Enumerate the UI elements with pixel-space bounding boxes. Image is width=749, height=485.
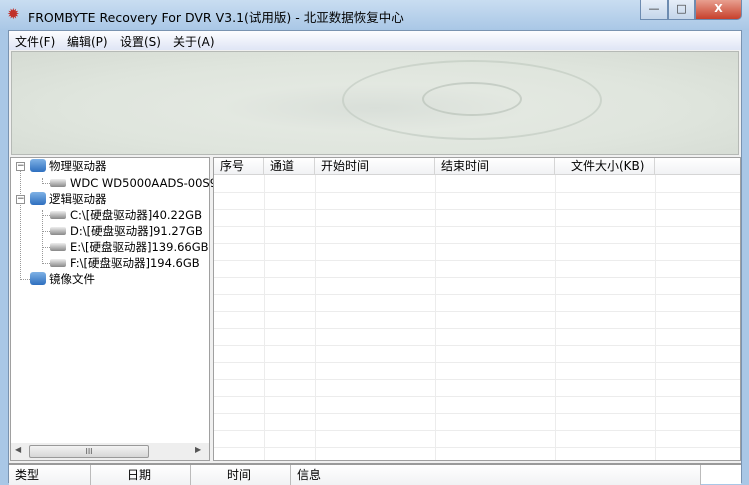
node-label: D:\[硬盘驱动器]91.27GB — [70, 224, 203, 238]
minimize-button[interactable]: — — [640, 0, 668, 20]
grid-row-line — [214, 362, 740, 363]
horizontal-scrollbar[interactable]: ◀ III ▶ — [11, 443, 209, 460]
menu-settings[interactable]: 设置(S) — [120, 33, 161, 50]
grid-row-line — [214, 430, 740, 431]
menu-bar: 文件(F) 编辑(P) 设置(S) 关于(A) — [9, 31, 741, 50]
hard-disk-icon — [50, 259, 66, 267]
hard-disk-icon — [50, 179, 66, 187]
tree-node-logical[interactable]: 逻辑驱动器 — [30, 191, 107, 207]
log-header-type[interactable]: 类型 — [9, 465, 91, 485]
node-label: 物理驱动器 — [49, 159, 107, 173]
computer-icon — [30, 272, 46, 285]
client-area: 文件(F) 编辑(P) 设置(S) 关于(A) − 物理驱动器 WDC WD50… — [8, 30, 742, 485]
column-header-channel[interactable]: 通道 — [264, 158, 315, 175]
close-button[interactable]: X — [695, 0, 742, 20]
app-logo-icon: ✹ — [7, 5, 20, 23]
column-header-start-time[interactable]: 开始时间 — [315, 158, 435, 175]
grid-row-line — [214, 396, 740, 397]
tree-node-disk[interactable]: WDC WD5000AADS-00S9B — [50, 175, 225, 191]
menu-about[interactable]: 关于(A) — [173, 33, 215, 50]
grid-row-line — [214, 277, 740, 278]
tree-node-drive-f[interactable]: F:\[硬盘驱动器]194.6GB — [50, 255, 200, 271]
node-label: 逻辑驱动器 — [49, 192, 107, 206]
grid-column-line — [435, 175, 436, 460]
node-label: 镜像文件 — [49, 272, 95, 286]
collapse-toggle[interactable]: − — [16, 162, 25, 171]
tree-node-image[interactable]: 镜像文件 — [30, 271, 95, 287]
log-panel[interactable]: 类型 日期 时间 信息 — [9, 463, 741, 485]
column-header-index[interactable]: 序号 — [214, 158, 264, 175]
column-header-file-size[interactable]: 文件大小(KB) — [555, 158, 655, 175]
computer-icon — [30, 159, 46, 172]
grid-column-line — [315, 175, 316, 460]
grid-column-line — [555, 175, 556, 460]
node-label: C:\[硬盘驱动器]40.22GB — [70, 208, 202, 222]
log-header-date[interactable]: 日期 — [91, 465, 191, 485]
scroll-right-icon[interactable]: ▶ — [195, 445, 201, 454]
node-label: E:\[硬盘驱动器]139.66GB — [70, 240, 209, 254]
tree-node-physical[interactable]: 物理驱动器 — [30, 158, 107, 174]
hard-disk-icon — [50, 243, 66, 251]
log-header-info[interactable]: 信息 — [291, 465, 701, 485]
drive-tree[interactable]: − 物理驱动器 WDC WD5000AADS-00S9B − 逻辑驱动器 C:\… — [10, 157, 225, 461]
title-bar: ✹ FROMBYTE Recovery For DVR V3.1(试用版) - … — [0, 0, 749, 30]
hard-disk-icon — [50, 211, 66, 219]
log-header-time[interactable]: 时间 — [191, 465, 291, 485]
grid-row-line — [214, 345, 740, 346]
grid-row-line — [214, 192, 740, 193]
menu-edit[interactable]: 编辑(P) — [67, 33, 108, 50]
grid-row-line — [214, 447, 740, 448]
grid-row-line — [214, 311, 740, 312]
banner-image — [11, 51, 739, 155]
grid-row-line — [214, 243, 740, 244]
grid-row-line — [214, 294, 740, 295]
tree-node-drive-d[interactable]: D:\[硬盘驱动器]91.27GB — [50, 223, 203, 239]
tree-node-drive-c[interactable]: C:\[硬盘驱动器]40.22GB — [50, 207, 202, 223]
maximize-button[interactable]: □ — [668, 0, 695, 20]
node-label: WDC WD5000AADS-00S9B — [70, 176, 225, 190]
grid-row-line — [214, 413, 740, 414]
file-list[interactable]: 序号 通道 开始时间 结束时间 文件大小(KB) — [213, 157, 741, 461]
column-header-end-time[interactable]: 结束时间 — [435, 158, 555, 175]
collapse-toggle[interactable]: − — [16, 195, 25, 204]
grid-column-line — [264, 175, 265, 460]
node-label: F:\[硬盘驱动器]194.6GB — [70, 256, 200, 270]
grid-row-line — [214, 209, 740, 210]
grid-row-line — [214, 226, 740, 227]
grid-row-line — [214, 379, 740, 380]
tree-node-drive-e[interactable]: E:\[硬盘驱动器]139.66GB — [50, 239, 209, 255]
column-header-blank — [655, 158, 740, 175]
grid-row-line — [214, 260, 740, 261]
computer-icon — [30, 192, 46, 205]
scroll-left-icon[interactable]: ◀ — [15, 445, 21, 454]
menu-file[interactable]: 文件(F) — [15, 33, 55, 50]
scroll-thumb[interactable]: III — [29, 445, 149, 458]
grid-row-line — [214, 328, 740, 329]
window-title: FROMBYTE Recovery For DVR V3.1(试用版) - 北亚… — [28, 10, 404, 25]
grid-column-line — [655, 175, 656, 460]
hard-disk-icon — [50, 227, 66, 235]
